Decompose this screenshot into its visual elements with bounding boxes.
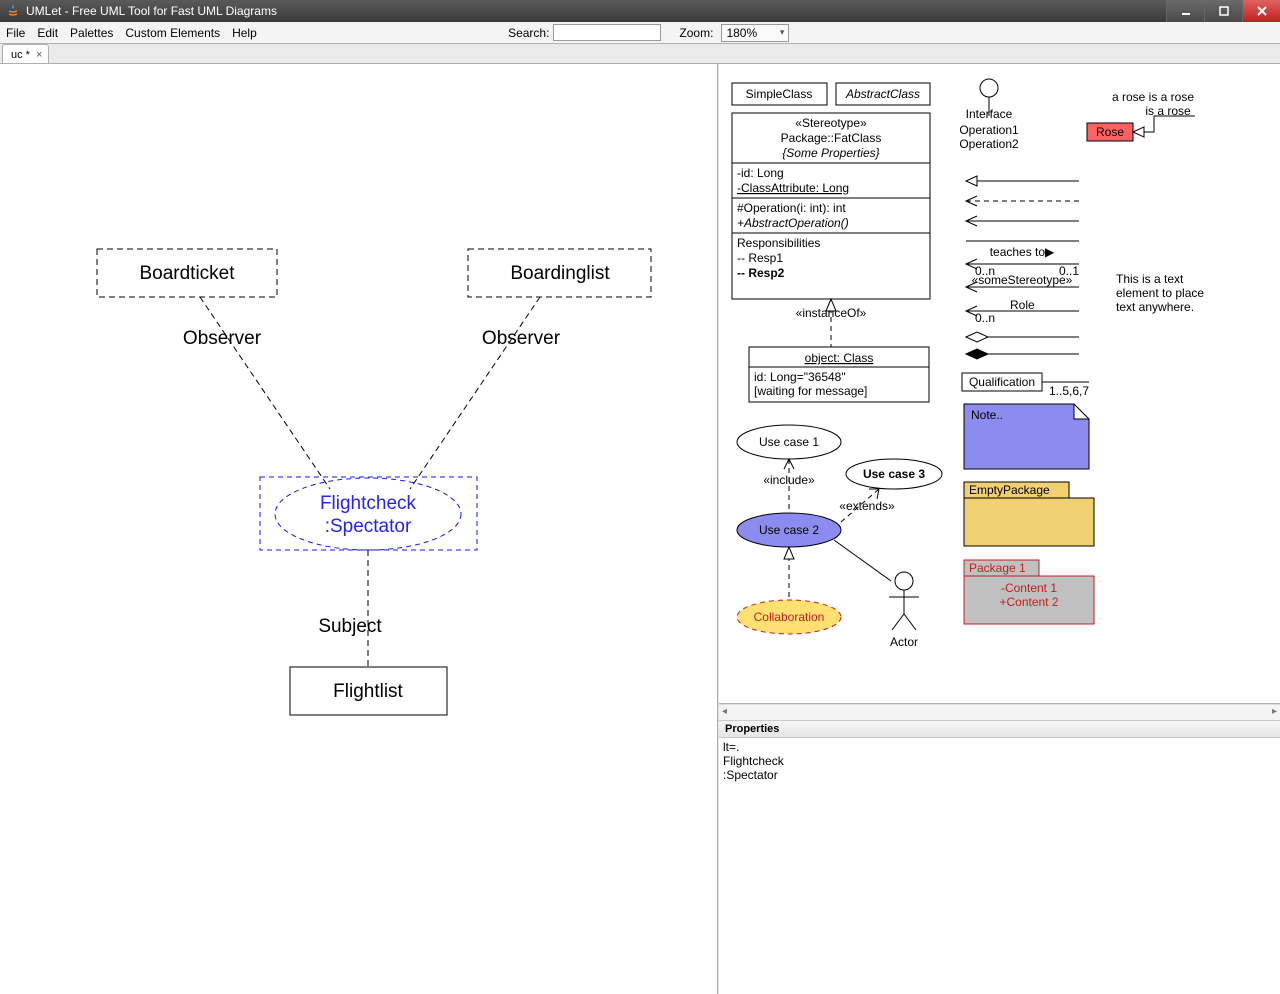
flightlist-label: Flightlist [333, 681, 403, 702]
palette-scrollbar-h[interactable] [719, 704, 1280, 720]
tabs-row: uc * × [0, 44, 1280, 64]
search-label: Search: [508, 26, 549, 40]
svg-text:Interface: Interface [966, 107, 1013, 121]
svg-text:Package 1: Package 1 [969, 561, 1026, 575]
svg-text:«extends»: «extends» [839, 499, 895, 513]
svg-text:Operation2: Operation2 [959, 137, 1019, 151]
palette-actor[interactable] [889, 572, 919, 630]
properties-header: Properties [719, 720, 1280, 738]
flightcheck-line1: Flightcheck [320, 493, 417, 514]
observer-label-1: Observer [183, 328, 262, 349]
svg-text:+AbstractOperation(): +AbstractOperation() [737, 216, 849, 230]
element-flightcheck-ellipse[interactable] [275, 478, 461, 550]
zoom-select[interactable]: 180% [721, 24, 789, 42]
svg-text:1..5,6,7: 1..5,6,7 [1049, 384, 1089, 398]
search-input[interactable] [553, 24, 661, 41]
svg-text:AbstractClass: AbstractClass [845, 87, 920, 101]
zoom-label: Zoom: [679, 26, 713, 40]
minimize-button[interactable] [1166, 0, 1204, 22]
menu-file[interactable]: File [0, 26, 31, 40]
svg-text:Use case 1: Use case 1 [759, 435, 819, 449]
observer-label-2: Observer [482, 328, 561, 349]
menu-custom-elements[interactable]: Custom Elements [119, 26, 226, 40]
menu-palettes[interactable]: Palettes [64, 26, 119, 40]
palette-emptypackage[interactable] [964, 498, 1094, 546]
svg-text:SimpleClass: SimpleClass [746, 87, 813, 101]
svg-text:«someStereotype»: «someStereotype» [972, 273, 1073, 287]
svg-text:-- Resp2: -- Resp2 [737, 266, 785, 280]
flightcheck-line2: :Spectator [325, 516, 412, 537]
svg-text:«instanceOf»: «instanceOf» [796, 306, 867, 320]
boardticket-label: Boardticket [139, 263, 235, 284]
svg-text:object: Class: object: Class [805, 351, 874, 365]
close-button[interactable] [1242, 0, 1280, 22]
svg-text:Collaboration: Collaboration [754, 610, 825, 624]
svg-text:-- Resp1: -- Resp1 [737, 251, 783, 265]
svg-text:Operation1: Operation1 [959, 123, 1019, 137]
svg-text:Responsibilities: Responsibilities [737, 236, 820, 250]
java-icon [4, 2, 22, 20]
tab-label: uc * [11, 49, 30, 61]
palette-interface-icon[interactable] [980, 79, 998, 97]
properties-textarea[interactable] [719, 738, 1280, 994]
svg-text:0..n: 0..n [975, 311, 995, 325]
svg-text:a rose is a rose: a rose is a rose [1112, 90, 1194, 104]
zoom-value: 180% [726, 26, 757, 40]
connector-boardticket-flightcheck[interactable] [200, 297, 330, 489]
svg-text:+Content 2: +Content 2 [999, 595, 1058, 609]
svg-text:«include»: «include» [763, 473, 815, 487]
diagram-canvas[interactable]: Boardticket Boardinglist Observer Observ… [0, 64, 718, 994]
svg-text:Rose: Rose [1096, 125, 1124, 139]
menu-help[interactable]: Help [226, 26, 263, 40]
svg-text:-Content 1: -Content 1 [1001, 581, 1057, 595]
tab-close-icon[interactable]: × [36, 49, 42, 61]
connector-boardinglist-flightcheck[interactable] [410, 297, 540, 489]
svg-text:EmptyPackage: EmptyPackage [969, 483, 1050, 497]
svg-text:#Operation(i: int): int: #Operation(i: int): int [737, 201, 846, 215]
svg-text:Package::FatClass: Package::FatClass [781, 131, 882, 145]
svg-text:teaches to▶: teaches to▶ [990, 245, 1055, 259]
svg-text:Use case 2: Use case 2 [759, 523, 819, 537]
svg-text:Actor: Actor [890, 635, 918, 649]
svg-text:Note..: Note.. [971, 408, 1003, 422]
tab-uc[interactable]: uc * × [2, 44, 49, 63]
svg-text:[waiting for message]: [waiting for message] [754, 384, 867, 398]
svg-text:Use case 3: Use case 3 [863, 467, 925, 481]
svg-text:«Stereotype»: «Stereotype» [795, 116, 867, 130]
svg-text:Qualification: Qualification [969, 375, 1035, 389]
window-title: UMLet - Free UML Tool for Fast UML Diagr… [26, 4, 277, 18]
palette-arrows[interactable]: teaches to▶ 0..n 0..1 «someStereotype» 0… [966, 176, 1079, 359]
svg-text:-id: Long: -id: Long [737, 166, 784, 180]
palette-panel[interactable]: SimpleClass AbstractClass Interface Oper… [719, 64, 1280, 704]
menu-bar: File Edit Palettes Custom Elements Help … [0, 22, 1280, 44]
svg-text:{Some Properties}: {Some Properties} [782, 146, 879, 160]
subject-label: Subject [318, 616, 382, 637]
maximize-button[interactable] [1204, 0, 1242, 22]
svg-text:Role: Role [1010, 298, 1035, 312]
boardinglist-label: Boardinglist [510, 263, 610, 284]
title-bar: UMLet - Free UML Tool for Fast UML Diagr… [0, 0, 1280, 22]
svg-text:id: Long="36548": id: Long="36548" [754, 370, 846, 384]
svg-text:-ClassAttribute: Long: -ClassAttribute: Long [737, 181, 849, 195]
menu-edit[interactable]: Edit [31, 26, 64, 40]
palette-text-element[interactable]: This is a text element to place text any… [1116, 272, 1211, 314]
